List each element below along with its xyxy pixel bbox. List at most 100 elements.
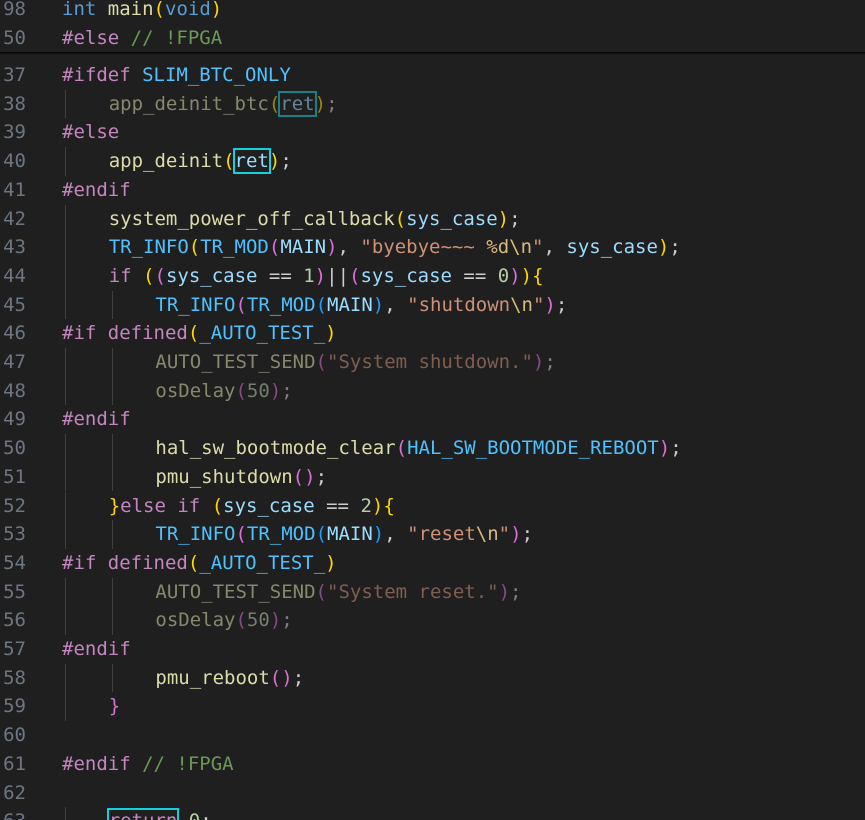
code-text: osDelay(50); [155, 606, 292, 635]
code-line[interactable]: 56 osDelay(50); [0, 606, 865, 635]
code-token: #endif [62, 408, 131, 431]
code-text: app_deinit(ret); [109, 147, 292, 176]
code-line[interactable]: 98 int main(void) [0, 0, 865, 24]
code-token: " [532, 236, 544, 259]
code-token: 0 [189, 810, 200, 820]
code-token: ( [153, 0, 165, 20]
code-line[interactable]: 42 system_power_off_callback(sys_case); [0, 204, 865, 234]
code-token: ; [544, 351, 556, 373]
code-line[interactable]: 59} [0, 692, 865, 722]
code-line[interactable]: 55 AUTO_TEST_SEND("System reset."); [0, 577, 865, 607]
code-token: ( [143, 264, 155, 287]
code-text: #if defined(_AUTO_TEST_) [62, 319, 337, 348]
code-token: ; [326, 92, 338, 115]
indent-guide [65, 233, 66, 262]
code-token: ( [315, 580, 327, 603]
code-line[interactable]: 47 AUTO_TEST_SEND("System shutdown."); [0, 348, 865, 377]
code-token: SLIM_BTC_ONLY [142, 64, 291, 86]
sticky-scroll-shadow [0, 52, 865, 55]
code-token: int [62, 0, 97, 20]
code-line[interactable]: 51 pmu_shutdown(); [0, 462, 865, 492]
code-token: TR_INFO [155, 523, 236, 546]
code-text: pmu_reboot(); [155, 664, 304, 693]
indent-guide [65, 204, 66, 234]
code-token: ( [235, 523, 247, 546]
code-line[interactable]: 48 osDelay(50); [0, 376, 865, 406]
code-text: int main(void) [62, 0, 222, 24]
code-token: ) [532, 351, 545, 373]
line-number: 56 [3, 609, 26, 632]
code-line[interactable]: 44 if ((sys_case == 1)||(sys_case == 0)){ [0, 261, 865, 291]
code-line[interactable]: 50 hal_sw_bootmode_clear(HAL_SW_BOOTMODE_… [0, 434, 865, 463]
indent-guide [111, 290, 113, 320]
code-token: , [543, 236, 567, 259]
line-number: 61 [3, 752, 26, 775]
code-token: ) [497, 207, 510, 230]
line-number: 41 [3, 178, 26, 201]
code-token: HAL_SW_BOOTMODE_REBOOT [407, 437, 659, 460]
code-line[interactable]: 53 TR_INFO(TR_MOD(MAIN), "reset\n"); [0, 520, 865, 549]
code-editor[interactable]: 37 #ifdef SLIM_BTC_ONLY 38 app_deinit_btc(r… [0, 0, 865, 820]
code-token: ) [314, 92, 327, 115]
line-number: 58 [3, 666, 26, 689]
code-token: ( [235, 293, 247, 316]
code-line[interactable]: 54 #if defined(_AUTO_TEST_) [0, 549, 865, 578]
code-line[interactable]: 38 app_deinit_btc(ret); [0, 89, 865, 119]
code-token: ) [304, 465, 316, 488]
code-token: } [108, 494, 121, 517]
code-token: ) [314, 264, 327, 287]
indent-guide [65, 348, 66, 377]
code-line[interactable]: 46 #if defined(_AUTO_TEST_) [0, 319, 865, 348]
indent-guide [65, 434, 66, 463]
code-token: TR_MOD [200, 236, 269, 259]
code-line[interactable]: 57 #endif [0, 635, 865, 664]
code-token: ; [670, 437, 682, 460]
code-token: \n [510, 293, 533, 316]
code-line[interactable]: 60 [0, 721, 865, 750]
sticky-scroll-header[interactable]: 98 int main(void) 50 #else // !FPGA [0, 0, 865, 53]
code-token: ( [235, 379, 247, 402]
code-token: } [108, 695, 121, 718]
code-token: sys_case [406, 207, 498, 230]
code-token: ; [555, 293, 568, 316]
code-line[interactable]: 49 #endif [0, 405, 865, 434]
code-line[interactable]: 41 #endif [0, 176, 865, 205]
code-text: AUTO_TEST_SEND("System reset."); [155, 578, 521, 607]
line-number: 59 [3, 695, 26, 718]
code-token: AUTO_TEST_SEND [155, 580, 316, 603]
code-token: _AUTO_TEST_ [199, 551, 326, 574]
line-number: 55 [3, 580, 26, 603]
code-line[interactable]: 63 return 0; [0, 807, 865, 820]
line-number: 43 [3, 236, 26, 259]
code-line[interactable]: 43 TR_INFO(TR_MOD(MAIN), "byebye~~~ %d\n"… [0, 233, 865, 262]
code-line[interactable]: 50 #else // !FPGA [0, 23, 865, 53]
indent-guide [111, 348, 113, 377]
line-number: 57 [3, 638, 26, 660]
code-token: ) [509, 264, 521, 287]
code-line[interactable]: 40 app_deinit(ret); [0, 147, 865, 176]
code-line[interactable]: 61 #endif // !FPGA [0, 750, 865, 779]
code-line[interactable]: 62 [0, 779, 865, 808]
code-token: #endif [62, 752, 131, 775]
code-line[interactable]: 39 #else [0, 118, 865, 147]
indent-guide [111, 606, 113, 635]
code-text: pmu_shutdown(); [155, 463, 327, 492]
code-line[interactable]: 52}else if (sys_case == 2){ [0, 491, 865, 521]
code-token: 1 [303, 264, 315, 287]
code-text: #endif // !FPGA [62, 750, 234, 779]
code-line[interactable]: 37 #ifdef SLIM_BTC_ONLY [0, 61, 865, 90]
code-token: void [165, 0, 211, 20]
line-number: 53 [3, 523, 26, 546]
code-line[interactable]: 45 TR_INFO(TR_MOD(MAIN), "shutdown\n"); [0, 290, 865, 320]
code-text: #endif [62, 405, 131, 434]
code-text: } [109, 692, 120, 721]
code-token: { [383, 494, 395, 517]
code-line[interactable]: 58 pmu_reboot(); [0, 663, 865, 693]
code-token: "byebye~~~ [360, 236, 487, 259]
line-number: 40 [3, 150, 26, 173]
